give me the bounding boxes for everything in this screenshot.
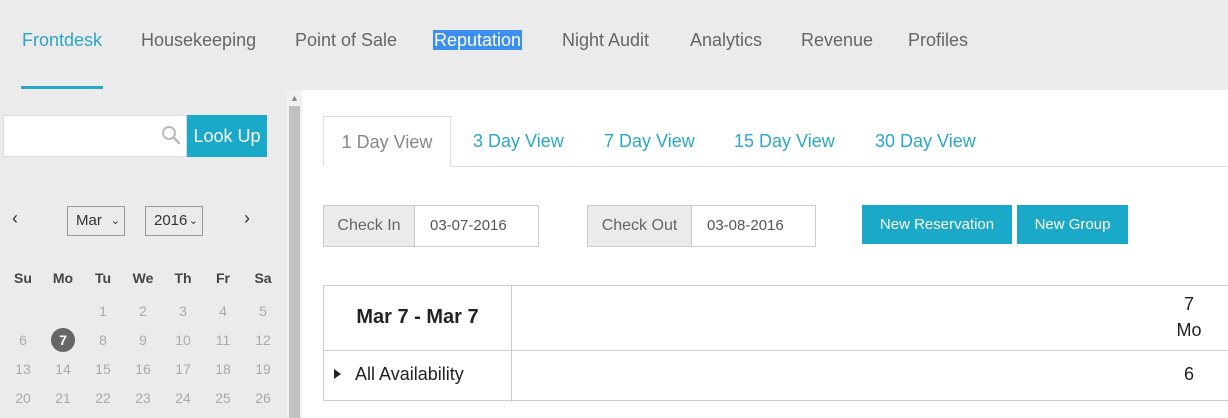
nav-profiles[interactable]: Profiles (908, 29, 968, 51)
day-name-header: Mo (1176, 320, 1202, 340)
check-in-label: Check In (323, 205, 415, 247)
calendar-day[interactable]: 4 (208, 301, 238, 321)
tab-30-day-view[interactable]: 30 Day View (875, 116, 976, 167)
tab-7-day-view[interactable]: 7 Day View (604, 116, 695, 167)
calendar-day[interactable]: 24 (168, 388, 198, 408)
calendar-day[interactable]: 9 (128, 330, 158, 350)
calendar-day[interactable]: 19 (248, 359, 278, 379)
calendar-day[interactable]: 3 (168, 301, 198, 321)
top-nav: Frontdesk Housekeeping Point of Sale Rep… (0, 0, 1228, 90)
nav-housekeeping[interactable]: Housekeeping (141, 29, 256, 51)
weekday-header: Tu (94, 270, 112, 286)
weekday-header: Th (174, 270, 192, 286)
weekday-header: We (132, 270, 154, 286)
calendar-day[interactable]: 12 (248, 330, 278, 350)
calendar-day[interactable]: 10 (168, 330, 198, 350)
calendar-day[interactable]: 15 (88, 359, 118, 379)
calendar-day[interactable]: 1 (88, 301, 118, 321)
calendar-day[interactable]: 16 (128, 359, 158, 379)
date-range-heading: Mar 7 - Mar 7 (356, 306, 479, 328)
calendar-day[interactable]: 18 (208, 359, 238, 379)
month-select-value: Mar (76, 212, 102, 229)
year-select-value: 2016 (154, 212, 188, 229)
calendar-day[interactable]: 13 (8, 359, 38, 379)
sidebar: Look Up ‹ Mar ⌄ 2016 ⌄ › Su Mo Tu We Th Fr Sa 1… (0, 90, 287, 418)
all-availability-row-label[interactable]: All Availability (355, 364, 464, 385)
availability-count: 6 (1183, 364, 1194, 384)
year-select[interactable]: 2016 ⌄ (145, 206, 203, 236)
nav-point-of-sale[interactable]: Point of Sale (295, 29, 397, 51)
scrollbar-thumb[interactable] (289, 106, 300, 418)
row-divider (324, 350, 1228, 351)
calendar-day[interactable]: 8 (88, 330, 118, 350)
nav-reputation-label: Reputation (433, 30, 523, 50)
scroll-up-arrow-icon[interactable]: ▲ (290, 93, 299, 103)
day-number-header: 7 (1183, 294, 1194, 314)
check-out-field[interactable]: 03-08-2016 (691, 205, 816, 247)
search-icon[interactable] (161, 125, 181, 145)
chevron-down-icon: ⌄ (188, 215, 198, 227)
main-panel: 1 Day View 3 Day View 7 Day View 15 Day … (302, 90, 1228, 418)
calendar-day[interactable]: 23 (128, 388, 158, 408)
new-reservation-button[interactable]: New Reservation (862, 205, 1012, 244)
calendar-day-selected[interactable]: 7 (51, 328, 75, 352)
weekday-header: Sa (254, 270, 272, 286)
nav-reputation[interactable]: Reputation (433, 29, 523, 51)
expand-caret-icon[interactable] (334, 369, 341, 379)
tab-15-day-view[interactable]: 15 Day View (734, 116, 835, 167)
calendar-day[interactable]: 14 (48, 359, 78, 379)
nav-active-indicator (21, 86, 103, 89)
weekday-header: Mo (52, 270, 74, 286)
new-group-button[interactable]: New Group (1017, 205, 1128, 244)
nav-analytics[interactable]: Analytics (690, 29, 762, 51)
nav-revenue[interactable]: Revenue (801, 29, 873, 51)
chevron-down-icon: ⌄ (110, 215, 120, 227)
calendar-day[interactable]: 11 (208, 330, 238, 350)
calendar-day[interactable]: 20 (8, 388, 38, 408)
month-select[interactable]: Mar ⌄ (67, 206, 125, 236)
calendar-day[interactable]: 2 (128, 301, 158, 321)
check-in-field[interactable]: 03-07-2016 (414, 205, 539, 247)
calendar-day[interactable]: 6 (8, 330, 38, 350)
weekday-header: Su (14, 270, 32, 286)
availability-table: Mar 7 - Mar 7 7 Mo All Availability 6 (323, 285, 1228, 402)
calendar-prev-button[interactable]: ‹ (12, 208, 18, 229)
column-divider (511, 286, 512, 402)
calendar-day[interactable]: 25 (208, 388, 238, 408)
search-input[interactable] (3, 115, 187, 157)
tab-3-day-view[interactable]: 3 Day View (473, 116, 564, 167)
tab-1-day-view[interactable]: 1 Day View (323, 116, 451, 167)
calendar-day[interactable]: 21 (48, 388, 78, 408)
nav-frontdesk[interactable]: Frontdesk (22, 29, 102, 51)
calendar-day[interactable]: 5 (248, 301, 278, 321)
calendar-day[interactable]: 22 (88, 388, 118, 408)
sidebar-scrollbar[interactable]: ▲ (287, 90, 302, 418)
check-out-label: Check Out (587, 205, 692, 247)
calendar-next-button[interactable]: › (244, 208, 250, 229)
nav-night-audit[interactable]: Night Audit (562, 29, 649, 51)
weekday-header: Fr (216, 270, 230, 286)
calendar-day[interactable]: 26 (248, 388, 278, 408)
lookup-button[interactable]: Look Up (187, 115, 267, 157)
calendar-day[interactable]: 17 (168, 359, 198, 379)
